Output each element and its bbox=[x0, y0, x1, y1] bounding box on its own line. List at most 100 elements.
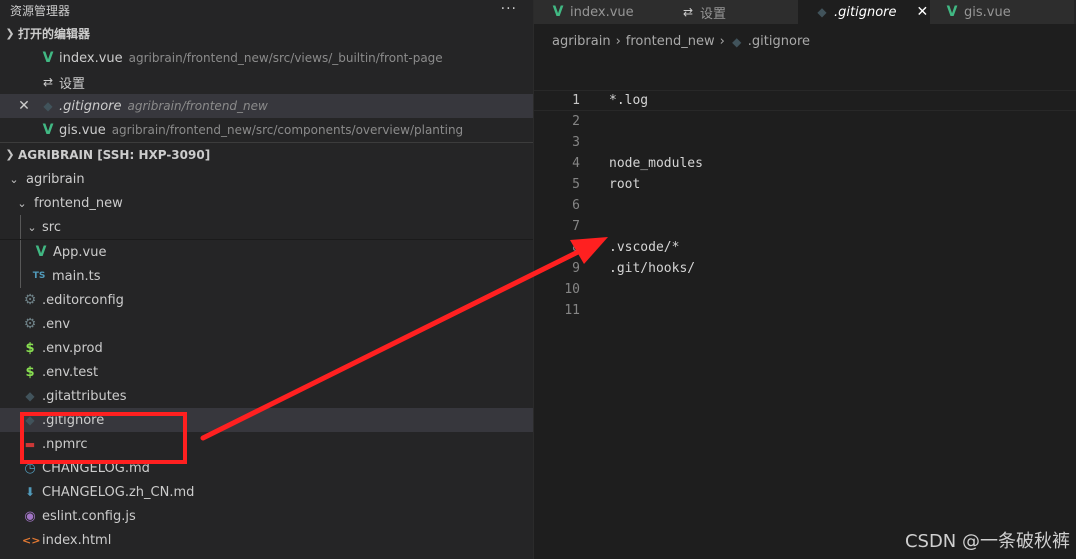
code-line[interactable]: 6 bbox=[534, 195, 1076, 216]
ellipsis-icon[interactable]: ··· bbox=[501, 0, 517, 20]
git-icon: ◆ bbox=[25, 413, 35, 427]
breadcrumb-item[interactable]: agribrain bbox=[552, 32, 611, 52]
tree-file-editorconfig[interactable]: ⚙ .editorconfig bbox=[0, 288, 533, 312]
chevron-down-icon: ⌄ bbox=[9, 172, 19, 186]
tree-item-label: App.vue bbox=[53, 244, 107, 260]
code-line[interactable]: 7 bbox=[534, 216, 1076, 237]
breadcrumb-item[interactable]: .gitignore bbox=[748, 32, 810, 52]
tree-folder-agribrain[interactable]: ⌄ agribrain bbox=[0, 167, 533, 191]
tab-settings[interactable]: ⇄ 设置 bbox=[664, 0, 799, 24]
tree-file-eslint-config[interactable]: ◉ eslint.config.js bbox=[0, 504, 533, 528]
line-text: root bbox=[609, 177, 641, 192]
explorer-title: 资源管理器 bbox=[10, 4, 71, 18]
line-text: *.log bbox=[609, 93, 649, 108]
open-editor-path: agribrain/frontend_new bbox=[127, 99, 268, 113]
tab-label: 设置 bbox=[700, 6, 727, 22]
line-number: 5 bbox=[572, 177, 580, 192]
open-editor-name: .gitignore bbox=[59, 98, 122, 114]
open-editor-item-index-vue[interactable]: V index.vue agribrain/frontend_new/src/v… bbox=[0, 46, 533, 70]
vue-icon: V bbox=[946, 4, 958, 20]
code-line[interactable]: 1 *.log bbox=[534, 90, 1076, 111]
code-line[interactable]: 9 .git/hooks/ bbox=[534, 258, 1076, 279]
line-number: 9 bbox=[572, 261, 580, 276]
line-number: 8 bbox=[572, 240, 580, 255]
line-number: 7 bbox=[572, 219, 580, 234]
chevron-down-icon: ⌄ bbox=[27, 220, 37, 234]
code-line[interactable]: 11 bbox=[534, 300, 1076, 321]
gear-icon: ⚙ bbox=[23, 316, 37, 332]
tree-file-gitattributes[interactable]: ◆ .gitattributes bbox=[0, 384, 533, 408]
workspace-title: AGRIBRAIN [SSH: HXP-3090] bbox=[18, 148, 211, 162]
vue-icon: V bbox=[42, 50, 54, 66]
code-editor[interactable]: 1 *.log 2 3 4 node_modules 5 root 6 7 8 .vsc… bbox=[534, 90, 1076, 321]
git-icon: ◆ bbox=[43, 99, 53, 113]
git-icon: ◆ bbox=[732, 35, 742, 49]
vue-icon: V bbox=[552, 4, 564, 20]
open-editor-name: index.vue bbox=[59, 50, 123, 66]
tree-file-env-test[interactable]: $ .env.test bbox=[0, 360, 533, 384]
open-editors-title: 打开的编辑器 bbox=[18, 27, 91, 41]
gear-icon: ⚙ bbox=[23, 292, 37, 308]
code-line[interactable]: 4 node_modules bbox=[534, 153, 1076, 174]
chevron-down-icon: ❯ bbox=[5, 27, 15, 40]
tree-folder-frontend-new[interactable]: ⌄ frontend_new bbox=[0, 191, 533, 215]
ts-icon: TS bbox=[32, 271, 46, 281]
code-line[interactable]: 10 bbox=[534, 279, 1076, 300]
open-editor-item-settings[interactable]: ⇄ 设置 bbox=[0, 70, 533, 94]
tree-item-label: agribrain bbox=[26, 171, 85, 187]
settings-sliders-icon: ⇄ bbox=[42, 75, 54, 89]
tree-file-npmrc[interactable]: ▬ .npmrc bbox=[0, 432, 533, 456]
chevron-down-icon: ❯ bbox=[5, 148, 15, 161]
tree-item-label: frontend_new bbox=[34, 195, 123, 211]
code-line[interactable]: 3 bbox=[534, 132, 1076, 153]
tree-item-label: .gitignore bbox=[42, 412, 105, 428]
git-icon: ◆ bbox=[25, 389, 35, 403]
explorer-sidebar: 资源管理器 ··· ❯ 打开的编辑器 V index.vue agribrain… bbox=[0, 0, 534, 559]
breadcrumb-item[interactable]: frontend_new bbox=[626, 32, 715, 52]
tree-file-gitignore[interactable]: ◆ .gitignore bbox=[0, 408, 533, 432]
chevron-down-icon: ⌄ bbox=[17, 196, 27, 210]
tree-file-app-vue[interactable]: V App.vue bbox=[0, 240, 533, 264]
explorer-title-bar: 资源管理器 ··· bbox=[0, 0, 533, 22]
watermark: CSDN @一条破秋裤 bbox=[904, 531, 1070, 552]
close-icon[interactable]: ✕ bbox=[917, 4, 929, 20]
tree-item-label: eslint.config.js bbox=[42, 508, 136, 524]
settings-sliders-icon: ⇄ bbox=[682, 5, 694, 19]
tree-item-label: main.ts bbox=[52, 268, 101, 284]
tab-index-vue[interactable]: V index.vue bbox=[534, 0, 679, 24]
tab-gis-vue[interactable]: V gis.vue bbox=[930, 0, 1075, 24]
tree-file-main-ts[interactable]: TS main.ts bbox=[0, 264, 533, 288]
tree-file-env-prod[interactable]: $ .env.prod bbox=[0, 336, 533, 360]
line-number: 4 bbox=[572, 156, 580, 171]
tree-file-changelog[interactable]: ◷ CHANGELOG.md bbox=[0, 456, 533, 480]
workspace-header[interactable]: ❯ AGRIBRAIN [SSH: HXP-3090] bbox=[0, 142, 533, 167]
line-number: 1 bbox=[572, 93, 580, 108]
indent-guide bbox=[20, 264, 21, 288]
line-number: 10 bbox=[564, 282, 580, 297]
open-editor-item-gitignore[interactable]: ✕ ◆ .gitignore agribrain/frontend_new bbox=[0, 94, 533, 118]
code-line[interactable]: 8 .vscode/* bbox=[534, 237, 1076, 258]
indent-guide bbox=[20, 240, 21, 264]
tab-gitignore[interactable]: ◆ .gitignore ✕ bbox=[798, 0, 943, 24]
tree-file-changelog-zh[interactable]: ⬇ CHANGELOG.zh_CN.md bbox=[0, 480, 533, 504]
open-editor-path: agribrain/frontend_new/src/components/ov… bbox=[111, 123, 464, 137]
code-line[interactable]: 5 root bbox=[534, 174, 1076, 195]
open-editor-name: gis.vue bbox=[59, 122, 106, 138]
open-editors-header[interactable]: ❯ 打开的编辑器 bbox=[0, 22, 533, 46]
tree-item-label: .env.prod bbox=[42, 340, 103, 356]
dollar-icon: $ bbox=[25, 340, 35, 356]
line-text: .git/hooks/ bbox=[609, 261, 696, 276]
code-line[interactable]: 2 bbox=[534, 111, 1076, 132]
editor-tab-bar: V index.vue ⇄ 设置 ◆ .gitignore ✕ V gis.vu… bbox=[534, 0, 1076, 24]
npm-icon: ▬ bbox=[24, 437, 36, 451]
tab-label: .gitignore bbox=[834, 4, 897, 20]
open-editor-item-gis-vue[interactable]: V gis.vue agribrain/frontend_new/src/com… bbox=[0, 118, 533, 142]
tree-folder-src[interactable]: ⌄ src bbox=[0, 215, 533, 240]
close-icon[interactable]: ✕ bbox=[16, 98, 32, 114]
indent-guide bbox=[20, 215, 21, 239]
chevron-right-icon: › bbox=[719, 34, 725, 49]
tree-file-env[interactable]: ⚙ .env bbox=[0, 312, 533, 336]
tree-item-label: .env.test bbox=[42, 364, 99, 380]
clock-icon: ◷ bbox=[24, 460, 36, 476]
tree-file-index-html[interactable]: <> index.html bbox=[0, 528, 533, 552]
